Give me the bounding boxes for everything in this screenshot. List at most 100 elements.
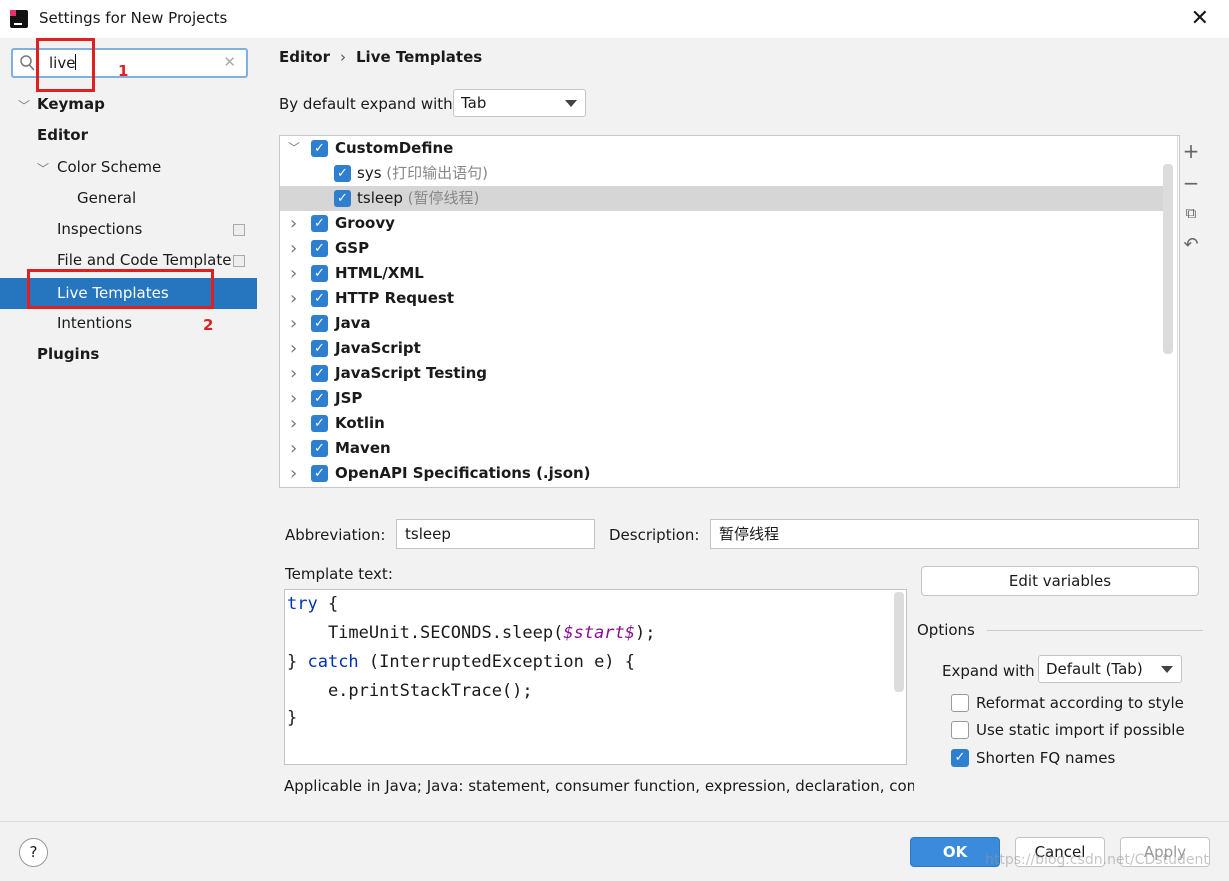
abbreviation-label: Abbreviation: <box>285 526 386 544</box>
group-checkbox[interactable]: ✓ <box>311 215 328 232</box>
template-group-row[interactable]: › ✓ GSP <box>280 236 1164 261</box>
chevron-down-icon[interactable]: ﹀ <box>18 97 30 114</box>
template-label: tsleep (暂停线程) <box>357 186 479 211</box>
intellij-app-icon <box>10 10 28 28</box>
group-name: HTTP Request <box>335 289 454 307</box>
template-group-row[interactable]: › ✓ JavaScript Testing <box>280 361 1164 386</box>
group-checkbox[interactable]: ✓ <box>311 390 328 407</box>
template-row[interactable]: ✓ sys (打印输出语句) <box>280 161 1164 186</box>
default-expand-select[interactable]: Tab <box>453 89 586 117</box>
chevron-right-icon[interactable]: › <box>290 236 297 261</box>
restore-icon[interactable]: ↶ <box>1182 234 1200 255</box>
expand-with-value: Default (Tab) <box>1046 660 1143 678</box>
template-text-label: Template text: <box>285 565 393 583</box>
template-checkbox[interactable]: ✓ <box>334 165 351 182</box>
sidebar-item-editor[interactable]: Editor <box>37 121 88 149</box>
chevron-down-icon[interactable]: ﹀ <box>288 136 300 161</box>
description-field[interactable]: 暂停线程 <box>710 519 1199 549</box>
template-text-editor[interactable]: try { TimeUnit.SECONDS.sleep($start$); }… <box>284 589 907 765</box>
sidebar-item-keymap[interactable]: Keymap <box>37 90 105 118</box>
group-checkbox[interactable]: ✓ <box>311 415 328 432</box>
template-group-row[interactable]: › ✓ Groovy <box>280 211 1164 236</box>
group-checkbox[interactable]: ✓ <box>311 465 328 482</box>
group-checkbox[interactable]: ✓ <box>311 440 328 457</box>
edit-variables-button[interactable]: Edit variables <box>921 566 1199 596</box>
group-name: GSP <box>335 239 370 257</box>
chevron-right-icon[interactable]: › <box>290 311 297 336</box>
code-line-4: e.printStackTrace(); <box>287 681 533 701</box>
reformat-checkbox[interactable] <box>951 694 969 712</box>
template-group-row[interactable]: › ✓ HTML/XML <box>280 261 1164 286</box>
group-name: Groovy <box>335 214 395 232</box>
options-title: Options <box>917 621 975 639</box>
static-import-checkbox[interactable] <box>951 721 969 739</box>
static-import-label[interactable]: Use static import if possible <box>976 721 1185 739</box>
template-group-row[interactable]: › ✓ HTTP Request <box>280 286 1164 311</box>
copy-icon[interactable]: ⧉ <box>1182 204 1200 222</box>
help-icon[interactable]: ? <box>19 838 48 867</box>
code-line-3: } catch (InterruptedException e) { <box>287 652 636 672</box>
group-checkbox[interactable]: ✓ <box>311 365 328 382</box>
sidebar-item-inspections[interactable]: Inspections <box>57 215 142 243</box>
breadcrumb-parent[interactable]: Editor <box>279 48 330 66</box>
clear-search-icon[interactable]: ✕ <box>223 53 236 71</box>
template-row[interactable]: ✓ tsleep (暂停线程) <box>280 186 1164 211</box>
chevron-right-icon[interactable]: › <box>290 336 297 361</box>
template-group-row[interactable]: › ✓ OpenAPI Specifications (.json) <box>280 461 1164 486</box>
remove-icon[interactable]: − <box>1182 171 1200 195</box>
template-group-row[interactable]: ﹀ ✓ CustomDefine <box>280 136 1164 161</box>
shorten-fq-checkbox[interactable]: ✓ <box>951 749 969 767</box>
template-group-row[interactable]: › ✓ Kotlin <box>280 411 1164 436</box>
chevron-right-icon: › <box>340 48 346 66</box>
shorten-fq-label[interactable]: Shorten FQ names <box>976 749 1115 767</box>
group-checkbox[interactable]: ✓ <box>311 315 328 332</box>
options-divider <box>987 630 1203 631</box>
chevron-right-icon[interactable]: › <box>290 386 297 411</box>
chevron-right-icon[interactable]: › <box>290 411 297 436</box>
expand-with-select[interactable]: Default (Tab) <box>1038 655 1182 683</box>
group-checkbox[interactable]: ✓ <box>311 140 328 157</box>
group-name: JavaScript Testing <box>335 364 488 382</box>
applicable-contexts[interactable]: Applicable in Java; Java: statement, con… <box>284 777 914 795</box>
code-line-1: try { <box>287 594 339 614</box>
tree-scrollbar[interactable] <box>1163 164 1173 354</box>
template-checkbox[interactable]: ✓ <box>334 190 351 207</box>
close-icon[interactable]: ✕ <box>1191 6 1209 31</box>
group-checkbox[interactable]: ✓ <box>311 290 328 307</box>
group-name: HTML/XML <box>335 264 424 282</box>
editor-scrollbar[interactable] <box>894 592 904 692</box>
template-group-row[interactable]: › ✓ JSP <box>280 386 1164 411</box>
expand-with-option-label: Expand with <box>942 662 1035 680</box>
chevron-right-icon[interactable]: › <box>290 461 297 486</box>
settings-sidebar: live ✕ Keymap ﹀ Editor ﹀ Color Scheme Ge… <box>0 38 257 821</box>
template-description: (打印输出语句) <box>386 164 489 182</box>
project-scope-icon <box>233 255 245 267</box>
group-checkbox[interactable]: ✓ <box>311 340 328 357</box>
group-checkbox[interactable]: ✓ <box>311 240 328 257</box>
template-group-row[interactable]: › ✓ JavaScript <box>280 336 1164 361</box>
annotation-number-1: 1 <box>118 62 129 80</box>
chevron-right-icon[interactable]: › <box>290 361 297 386</box>
sidebar-item-plugins[interactable]: Plugins <box>37 340 99 368</box>
chevron-right-icon[interactable]: › <box>290 261 297 286</box>
abbreviation-field[interactable]: tsleep <box>396 519 595 549</box>
window-title: Settings for New Projects <box>39 9 228 27</box>
template-group-row[interactable]: › ✓ Maven <box>280 436 1164 461</box>
chevron-right-icon[interactable]: › <box>290 286 297 311</box>
breadcrumb-current: Live Templates <box>356 48 483 66</box>
expand-with-label: By default expand with <box>279 95 453 113</box>
group-name: Maven <box>335 439 391 457</box>
sidebar-item-color-scheme[interactable]: Color Scheme <box>57 153 161 181</box>
sidebar-item-general[interactable]: General <box>77 184 136 212</box>
chevron-down-icon[interactable]: ﹀ <box>37 160 49 177</box>
sidebar-item-intentions[interactable]: Intentions <box>57 309 132 337</box>
template-group-row[interactable]: › ✓ Java <box>280 311 1164 336</box>
group-checkbox[interactable]: ✓ <box>311 265 328 282</box>
reformat-label[interactable]: Reformat according to style <box>976 694 1184 712</box>
live-templates-panel: Editor › Live Templates By default expand … <box>257 38 1229 821</box>
description-label: Description: <box>609 526 700 544</box>
search-icon <box>20 55 35 71</box>
add-icon[interactable]: + <box>1182 139 1200 163</box>
chevron-right-icon[interactable]: › <box>290 436 297 461</box>
chevron-right-icon[interactable]: › <box>290 211 297 236</box>
